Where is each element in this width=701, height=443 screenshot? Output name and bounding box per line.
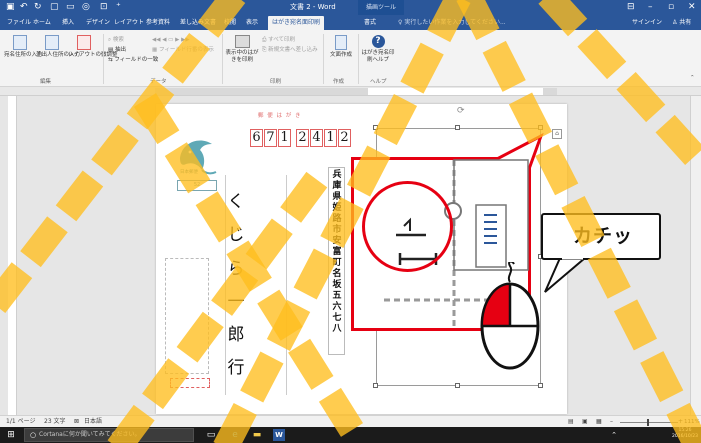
zoom-slider[interactable] xyxy=(620,422,678,423)
edge-icon[interactable]: e xyxy=(229,429,241,441)
cortana-search-box[interactable]: Cortanaに何か聞いてみてください。 xyxy=(24,428,194,442)
page-count[interactable]: 1/1 ページ xyxy=(6,417,35,427)
word-taskbar-icon[interactable]: W xyxy=(273,429,285,441)
zoom-in-icon[interactable]: + xyxy=(678,417,683,427)
proofing-icon[interactable]: ⊠ xyxy=(74,417,79,427)
task-view-icon[interactable]: ▭ xyxy=(205,429,217,441)
cortana-placeholder: Cortanaに何か聞いてみてください。 xyxy=(39,431,141,438)
web-layout-icon[interactable]: ▦ xyxy=(596,417,602,427)
taskbar-clock[interactable]: 15:26 2016/10/23 xyxy=(669,428,701,440)
zoom-level[interactable]: 111% xyxy=(684,417,700,427)
print-layout-icon[interactable]: ▣ xyxy=(582,417,588,427)
cortana-icon: ○ xyxy=(29,431,37,439)
status-bar: 1/1 ページ 23 文字 ⊠ 日本語 ▤ ▣ ▦ – + 111% xyxy=(0,415,701,427)
windows-start-icon[interactable]: ⊞ xyxy=(5,429,17,441)
read-mode-icon[interactable]: ▤ xyxy=(568,417,574,427)
tray-icons[interactable]: ⌃ ▭ ◐ ▤ あ xyxy=(608,429,620,441)
language-indicator[interactable]: 日本語 xyxy=(84,417,102,427)
clock-date: 2016/10/23 xyxy=(672,434,698,439)
zoom-out-icon[interactable]: – xyxy=(610,417,613,427)
word-count[interactable]: 23 文字 xyxy=(44,417,66,427)
taskbar: ⊞ Cortanaに何か聞いてみてください。 ○ ▭ e ▬ W ⌃ ▭ ◐ ▤… xyxy=(0,427,701,443)
click-sound-label: カチッ xyxy=(572,225,633,247)
zoom-slider-thumb[interactable] xyxy=(647,419,649,426)
explorer-icon[interactable]: ▬ xyxy=(251,429,263,441)
